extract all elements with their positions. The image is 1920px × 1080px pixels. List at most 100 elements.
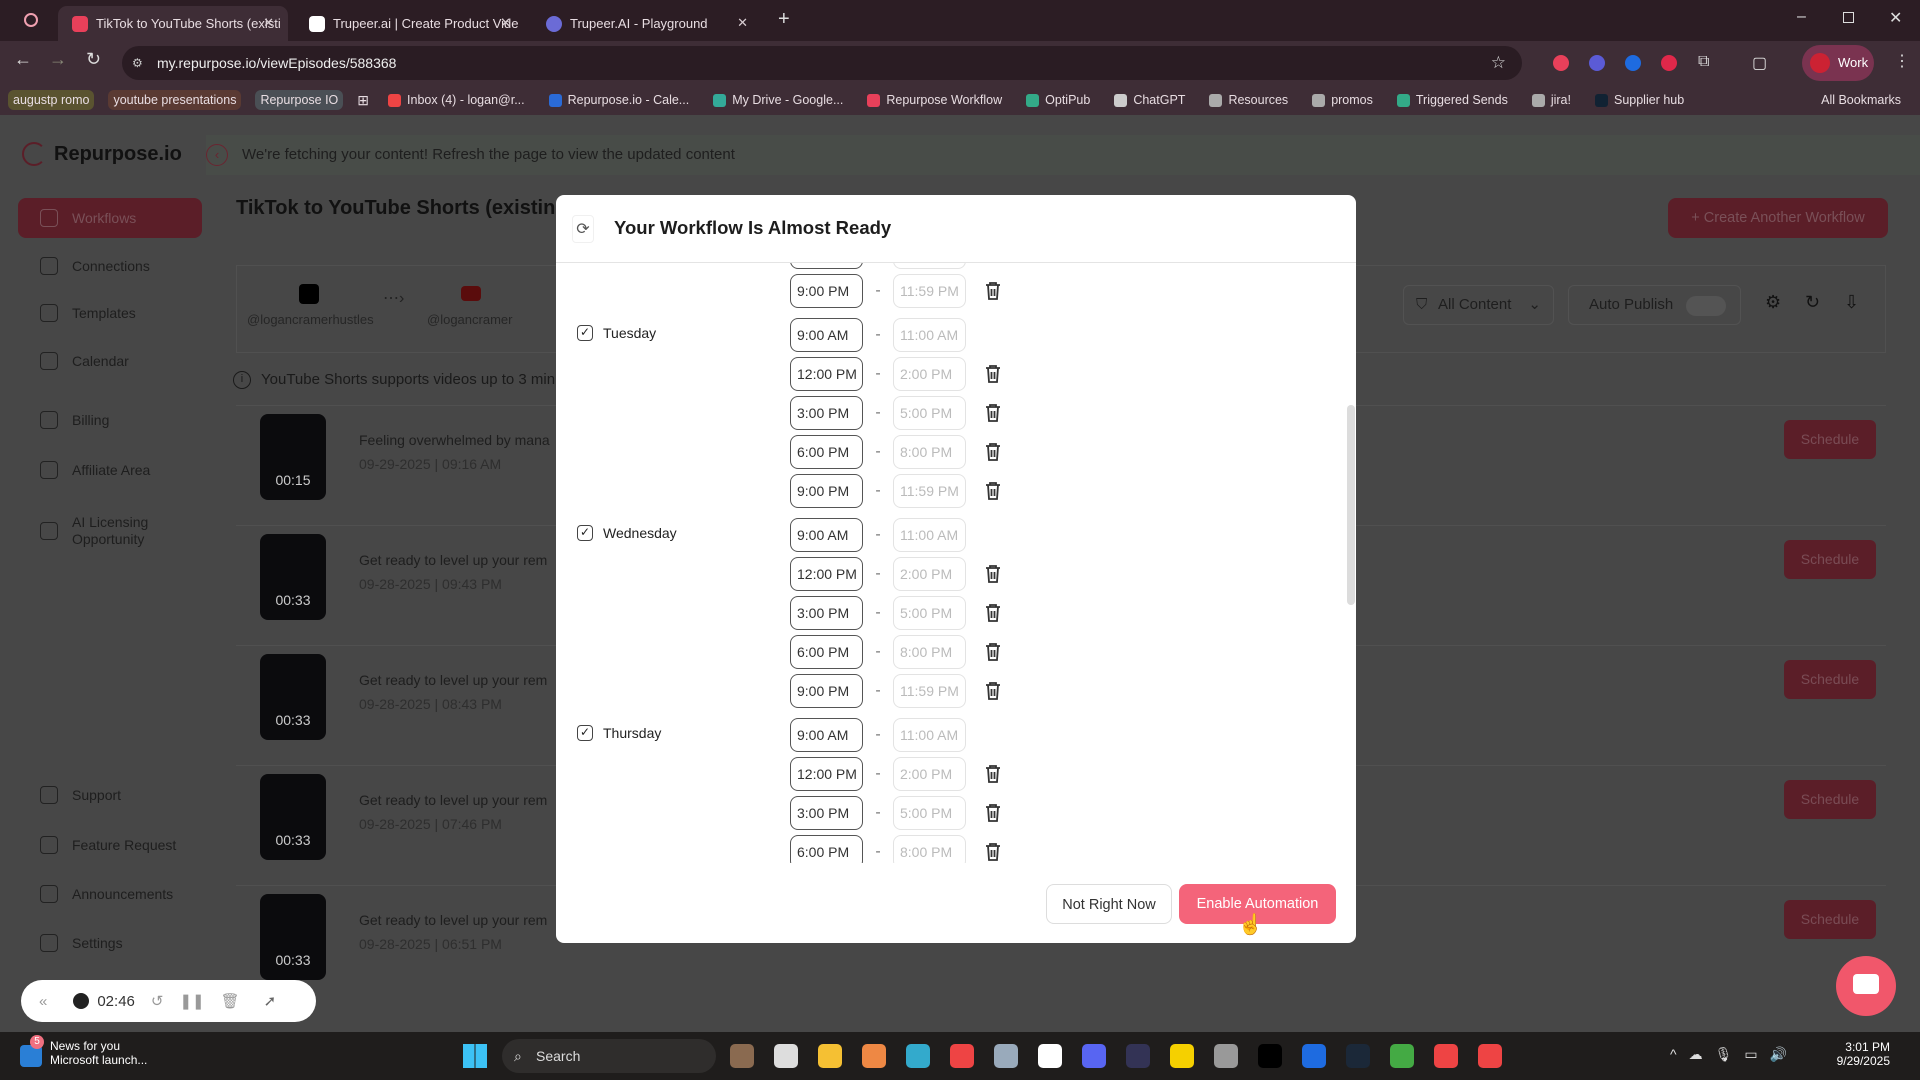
bookmark-7[interactable]: OptiPub: [1021, 90, 1095, 110]
taskbar-app-icon[interactable]: [1346, 1044, 1370, 1068]
trash-icon[interactable]: [984, 481, 1002, 501]
schedule-button[interactable]: Schedule: [1784, 540, 1876, 579]
taskbar-app-icon[interactable]: [862, 1044, 886, 1068]
taskbar-search[interactable]: ⌕Search: [502, 1039, 716, 1073]
bookmark-10[interactable]: promos: [1307, 90, 1378, 110]
start-time-input[interactable]: 9:00 AM: [790, 518, 863, 552]
schedule-button[interactable]: Schedule: [1784, 780, 1876, 819]
start-time-input[interactable]: 6:00 PM: [790, 263, 863, 269]
system-tray[interactable]: ^☁🎙▭🔊: [1670, 1046, 1799, 1063]
taskbar-app-icon[interactable]: [906, 1044, 930, 1068]
extension-icon[interactable]: [1625, 55, 1641, 71]
start-time-input[interactable]: 3:00 PM: [790, 396, 863, 430]
not-right-now-button[interactable]: Not Right Now: [1046, 884, 1172, 924]
sidebar-item-support[interactable]: Support: [18, 775, 202, 815]
address-bar[interactable]: ⚙my.repurpose.io/viewEpisodes/588368☆: [122, 46, 1522, 80]
forward-button[interactable]: →: [49, 49, 67, 70]
close-tab-icon[interactable]: ✕: [263, 15, 274, 31]
reload-button[interactable]: ↻: [86, 49, 101, 70]
start-time-input[interactable]: 12:00 PM: [790, 357, 863, 391]
taskbar-app-icon[interactable]: [1214, 1044, 1238, 1068]
video-title[interactable]: Get ready to level up your rem: [359, 672, 547, 688]
bookmark-3[interactable]: Inbox (4) - logan@r...: [383, 90, 530, 110]
start-time-input[interactable]: 12:00 PM: [790, 557, 863, 591]
taskbar-app-icon[interactable]: [1302, 1044, 1326, 1068]
taskbar-app-icon[interactable]: [1082, 1044, 1106, 1068]
day-checkbox-tuesday[interactable]: ✓Tuesday: [577, 325, 656, 341]
profile-button[interactable]: Work: [1802, 45, 1874, 81]
bookmark-11[interactable]: Triggered Sends: [1392, 90, 1513, 110]
tab-search-icon[interactable]: ▢: [1752, 53, 1767, 73]
restart-icon[interactable]: ↺: [151, 992, 164, 1010]
bookmark-9[interactable]: Resources: [1204, 90, 1293, 110]
trash-icon[interactable]: [984, 364, 1002, 384]
modal-scrollbar[interactable]: [1347, 405, 1355, 605]
sidebar-item-feature-request[interactable]: Feature Request: [18, 825, 202, 865]
bookmark-12[interactable]: jira!: [1527, 90, 1576, 110]
trash-icon[interactable]: [984, 681, 1002, 701]
day-checkbox-thursday[interactable]: ✓Thursday: [577, 725, 661, 741]
taskbar-app-icon[interactable]: [1390, 1044, 1414, 1068]
trash-icon[interactable]: [984, 281, 1002, 301]
sidebar-item-announcements[interactable]: Announcements: [18, 874, 202, 914]
bookmark-6[interactable]: Repurpose Workflow: [862, 90, 1007, 110]
trash-icon[interactable]: [984, 642, 1002, 662]
close-window-button[interactable]: ✕: [1889, 8, 1902, 28]
pause-icon[interactable]: ❚❚: [179, 992, 204, 1010]
auto-publish-toggle[interactable]: Auto Publish: [1568, 285, 1741, 325]
browser-menu-icon[interactable]: ⋮: [1894, 51, 1910, 71]
apps-grid-icon[interactable]: ⊞: [357, 92, 369, 109]
stop-record-button[interactable]: [73, 993, 89, 1009]
tab-tiktok-youtube[interactable]: TikTok to YouTube Shorts (existi✕: [58, 6, 288, 41]
start-time-input[interactable]: 9:00 PM: [790, 274, 863, 308]
bookmark-13[interactable]: Supplier hub: [1590, 90, 1689, 110]
taskbar-app-icon[interactable]: [818, 1044, 842, 1068]
site-info-icon[interactable]: ⚙: [132, 46, 143, 80]
sidebar-item-workflows[interactable]: Workflows: [18, 198, 202, 238]
video-title[interactable]: Get ready to level up your rem: [359, 552, 547, 568]
refresh-icon[interactable]: ↻: [1805, 292, 1820, 313]
maximize-button[interactable]: [1843, 12, 1854, 23]
bookmark-4[interactable]: Repurpose.io - Cale...: [544, 90, 695, 110]
all-bookmarks[interactable]: All Bookmarks: [1816, 90, 1906, 110]
bookmark-8[interactable]: ChatGPT: [1109, 90, 1190, 110]
cloud-download-icon[interactable]: ⇩: [1844, 292, 1859, 313]
trash-icon[interactable]: [984, 803, 1002, 823]
chat-support-button[interactable]: [1836, 956, 1896, 1016]
checkbox-checked-icon[interactable]: ✓: [577, 525, 593, 541]
video-thumbnail[interactable]: 00:33: [260, 774, 326, 860]
bookmark-star-icon[interactable]: ☆: [1491, 46, 1506, 80]
taskbar-app-icon[interactable]: [1478, 1044, 1502, 1068]
bookmark-5[interactable]: My Drive - Google...: [708, 90, 848, 110]
taskbar-app-icon[interactable]: [1038, 1044, 1062, 1068]
taskbar-app-icon[interactable]: [774, 1044, 798, 1068]
checkbox-checked-icon[interactable]: ✓: [577, 325, 593, 341]
browser-record-icon[interactable]: [24, 13, 38, 27]
start-time-input[interactable]: 6:00 PM: [790, 435, 863, 469]
video-title[interactable]: Get ready to level up your rem: [359, 912, 547, 928]
extension-icon[interactable]: [1589, 55, 1605, 71]
sidebar-item-ai-licensing-opportunity[interactable]: AI Licensing Opportunity: [18, 507, 202, 555]
start-time-input[interactable]: 9:00 PM: [790, 474, 863, 508]
gear-icon[interactable]: ⚙: [1765, 292, 1781, 313]
start-time-input[interactable]: 6:00 PM: [790, 635, 863, 669]
video-thumbnail[interactable]: 00:33: [260, 894, 326, 980]
trash-icon[interactable]: [984, 764, 1002, 784]
close-tab-icon[interactable]: ✕: [737, 15, 748, 31]
taskbar-app-icon[interactable]: [1258, 1044, 1282, 1068]
sidebar-item-settings[interactable]: Settings: [18, 923, 202, 963]
start-time-input[interactable]: 3:00 PM: [790, 796, 863, 830]
start-time-input[interactable]: 9:00 AM: [790, 718, 863, 752]
taskbar-app-icon[interactable]: [950, 1044, 974, 1068]
sidebar-item-templates[interactable]: Templates: [18, 293, 202, 333]
toggle-switch[interactable]: [1686, 296, 1726, 316]
sidebar-item-calendar[interactable]: Calendar: [18, 341, 202, 381]
video-title[interactable]: Get ready to level up your rem: [359, 792, 547, 808]
sidebar-item-affiliate-area[interactable]: Affiliate Area: [18, 450, 202, 490]
video-thumbnail[interactable]: 00:33: [260, 654, 326, 740]
trash-icon[interactable]: [984, 842, 1002, 862]
tab-trupeer-create[interactable]: Trupeer.ai | Create Product Vide✕: [295, 6, 525, 41]
extension-icon[interactable]: [1553, 55, 1569, 71]
pointer-icon[interactable]: ➚: [264, 992, 277, 1010]
back-button[interactable]: ←: [14, 49, 32, 70]
